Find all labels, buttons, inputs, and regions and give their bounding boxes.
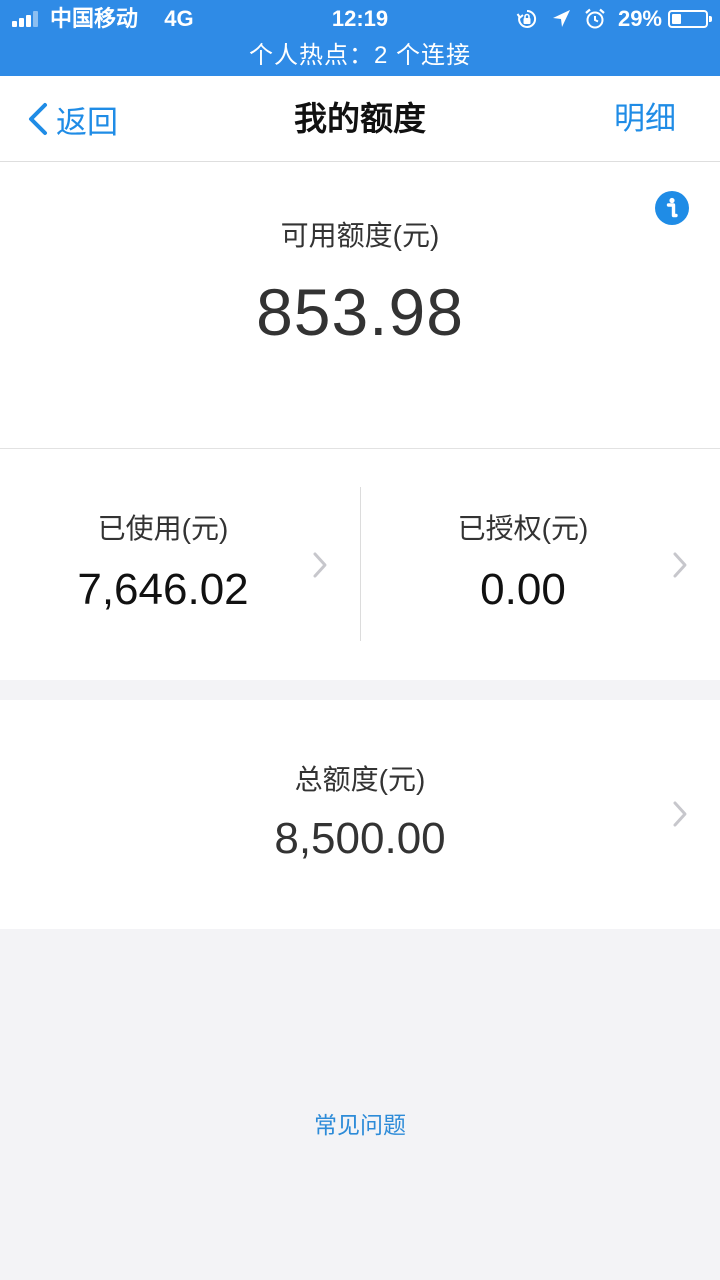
available-credit-card: 可用额度(元) 853.98 xyxy=(0,162,720,449)
battery-percent: 29% xyxy=(617,6,662,31)
usage-row: 已使用(元) 7,646.02 已授权(元) 0.00 xyxy=(0,449,720,680)
total-credit-value: 8,500.00 xyxy=(274,814,446,863)
chevron-right-icon xyxy=(313,552,327,578)
authorized-credit-label: 已授权(元) xyxy=(457,513,589,544)
chevron-right-icon xyxy=(673,801,687,827)
faq-link[interactable]: 常见问题 xyxy=(314,1112,406,1138)
back-label: 返回 xyxy=(56,104,118,140)
hotspot-banner[interactable]: 个人热点：2 个连接 xyxy=(0,38,720,76)
chevron-left-icon xyxy=(29,103,47,135)
available-credit-value: 853.98 xyxy=(256,275,464,349)
chevron-right-icon xyxy=(673,552,687,578)
location-arrow-icon xyxy=(550,8,572,30)
authorized-credit-value: 0.00 xyxy=(480,565,566,614)
used-credit-value: 7,646.02 xyxy=(77,565,249,614)
status-right-group: 29% xyxy=(516,6,712,32)
alarm-clock-icon xyxy=(584,8,606,30)
battery-icon xyxy=(668,10,712,28)
used-credit-label: 已使用(元) xyxy=(97,513,229,544)
available-credit-label: 可用额度(元) xyxy=(280,220,440,251)
status-bar: 中国移动 4G 12:19 29% 个人热点：2 个连接 xyxy=(0,0,720,76)
navigation-bar: 返回 我的额度 明细 xyxy=(0,76,720,162)
total-credit-label: 总额度(元) xyxy=(294,764,426,795)
battery-fill xyxy=(672,14,681,24)
used-credit-cell[interactable]: 已使用(元) 7,646.02 xyxy=(0,449,360,680)
faq-section: 常见问题 xyxy=(0,1110,720,1140)
authorized-credit-cell[interactable]: 已授权(元) 0.00 xyxy=(360,449,720,680)
rotation-lock-icon xyxy=(516,8,538,30)
back-button[interactable]: 返回 xyxy=(26,98,118,140)
detail-button[interactable]: 明细 xyxy=(614,98,676,140)
total-credit-cell[interactable]: 总额度(元) 8,500.00 xyxy=(0,700,720,929)
status-bar-row: 中国移动 4G 12:19 29% xyxy=(0,0,720,38)
